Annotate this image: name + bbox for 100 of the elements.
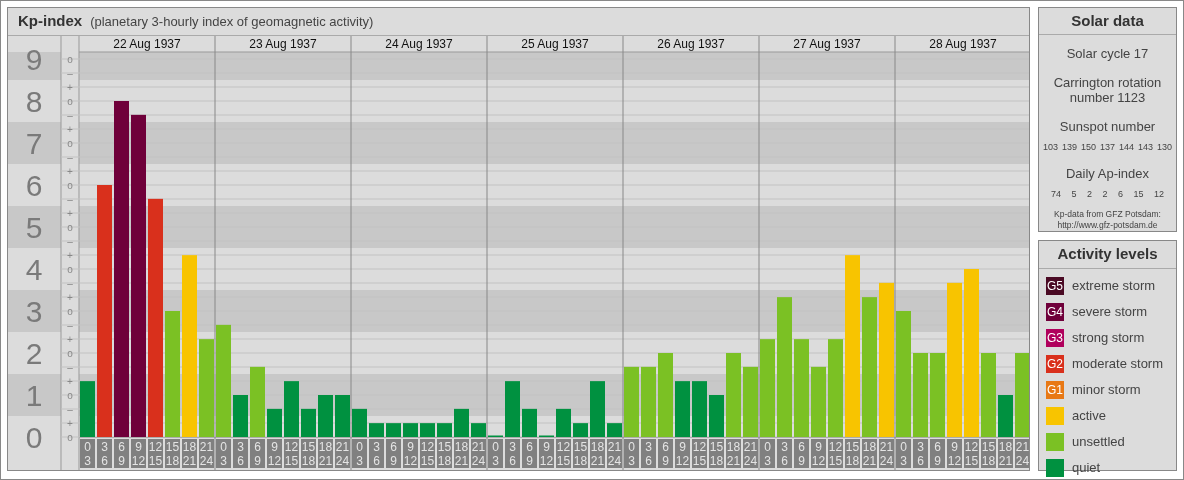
minor-tick-label: + [67, 249, 73, 261]
minor-tick-label: + [67, 207, 73, 219]
ap-index-label: Daily Ap-index [1065, 165, 1150, 183]
date-label: 23 Aug 1937 [249, 37, 317, 51]
hour-label: 0 3 [760, 439, 775, 468]
hour-label: 18 21 [182, 439, 197, 468]
hour-label: 6 9 [386, 439, 401, 468]
y-axis-label: 4 [25, 253, 43, 286]
minor-tick-label: o [67, 389, 73, 401]
minor-tick-label: – [67, 109, 73, 121]
minor-tick-label: – [67, 235, 73, 247]
hour-label: 18 21 [454, 439, 469, 468]
hour-label: 21 24 [335, 439, 350, 468]
hour-label: 9 12 [947, 439, 962, 468]
solar-cycle: Solar cycle 17 [1066, 44, 1149, 63]
minor-tick-label: + [67, 375, 73, 387]
sunspot-value: 103 [1043, 140, 1059, 154]
hour-label: 3 6 [505, 439, 520, 468]
source-url: http://www.gfz-potsdam.de [1057, 220, 1158, 231]
hour-label: 15 18 [981, 439, 996, 468]
hour-label: 21 24 [471, 439, 486, 468]
x-tick-label: 0 3 [84, 440, 92, 468]
hour-label: 12 15 [284, 439, 299, 468]
hour-label: 15 18 [709, 439, 724, 468]
hour-label: 3 6 [97, 439, 112, 468]
hour-label: 3 6 [369, 439, 384, 468]
hour-label: 18 21 [862, 439, 877, 468]
x-tick-label: 0 3 [764, 440, 772, 468]
x-tick-label: 3 6 [645, 440, 653, 468]
sunspot-value: 143 [1137, 140, 1153, 154]
x-tick-label: 0 3 [356, 440, 364, 468]
color-swatch: G2 [1046, 354, 1064, 373]
hour-label: 0 3 [896, 439, 911, 468]
y-axis-label: 6 [25, 169, 43, 202]
hour-label: 21 24 [607, 439, 622, 468]
sunspot-value: 150 [1080, 140, 1096, 154]
y-axis-label: 8 [25, 85, 43, 118]
hour-label: 9 12 [811, 439, 826, 468]
sunspot-label: Sunspot number [1059, 118, 1156, 136]
color-swatch: G3 [1046, 328, 1064, 347]
legend-label: active [1072, 407, 1106, 425]
ap-index-value: 2 [1086, 187, 1092, 201]
x-tick-label: 3 6 [781, 440, 789, 468]
hour-label: 6 9 [522, 439, 537, 468]
minor-tick-label: + [67, 165, 73, 177]
hour-label: 18 21 [318, 439, 333, 468]
minor-tick-label: o [67, 179, 73, 191]
minor-tick-label: – [67, 193, 73, 205]
minor-tick-label: o [67, 221, 73, 233]
y-axis-label: 3 [25, 295, 43, 328]
chart-title: Kp-index [18, 11, 83, 32]
x-tick-label: 6 9 [934, 440, 942, 468]
hour-label: 21 24 [743, 439, 758, 468]
hour-label: 15 18 [845, 439, 860, 468]
minor-tick-label: o [67, 53, 73, 65]
color-swatch: G1 [1046, 380, 1064, 399]
chart-subtitle: (planetary 3-hourly index of geomagnetic activity) [90, 12, 374, 31]
color-swatch: G5 [1046, 276, 1064, 295]
sunspot-value: 137 [1099, 140, 1115, 154]
date-label: 22 Aug 1937 [113, 37, 181, 51]
sunspot-value: 130 [1156, 140, 1172, 154]
minor-tick-label: + [67, 291, 73, 303]
hour-label: 12 15 [828, 439, 843, 468]
date-label: 24 Aug 1937 [385, 37, 453, 51]
sunspot-value: 144 [1118, 140, 1134, 154]
y-axis-label: 9 [25, 43, 43, 76]
hour-label: 15 18 [437, 439, 452, 468]
hour-label: 12 15 [692, 439, 707, 468]
ap-index-value: 15 [1133, 187, 1144, 201]
ap-index-value: 2 [1102, 187, 1108, 201]
hour-label: 3 6 [641, 439, 656, 468]
x-tick-label: 0 3 [492, 440, 500, 468]
y-axis-label: 0 [25, 421, 43, 454]
minor-tick-label: – [67, 151, 73, 163]
hour-label: 6 9 [114, 439, 129, 468]
hour-label: 9 12 [675, 439, 690, 468]
x-tick-label: 6 9 [526, 440, 534, 468]
hour-label: 12 15 [148, 439, 163, 468]
x-tick-label: 3 6 [373, 440, 381, 468]
date-label: 28 Aug 1937 [929, 37, 997, 51]
ap-index-value: 6 [1117, 187, 1123, 201]
minor-tick-label: – [67, 319, 73, 331]
x-tick-label: 3 6 [917, 440, 925, 468]
legend-label: moderate storm [1072, 355, 1164, 373]
hour-label: 3 6 [913, 439, 928, 468]
minor-tick-label: o [67, 95, 73, 107]
hour-label: 18 21 [590, 439, 605, 468]
legend-label: quiet [1072, 459, 1101, 477]
minor-tick-label: – [67, 67, 73, 79]
hour-label: 21 24 [879, 439, 894, 468]
source-note: Kp-data from GFZ Potsdam: [1054, 209, 1161, 220]
hour-label: 21 24 [199, 439, 214, 468]
color-swatch: G4 [1046, 302, 1064, 321]
hour-label: 18 21 [726, 439, 741, 468]
x-tick-label: 3 6 [509, 440, 517, 468]
minor-tick-label: o [67, 137, 73, 149]
hour-label: 15 18 [165, 439, 180, 468]
hour-label: 15 18 [301, 439, 316, 468]
legend-label: severe storm [1072, 303, 1148, 321]
hour-label: 18 21 [998, 439, 1013, 468]
